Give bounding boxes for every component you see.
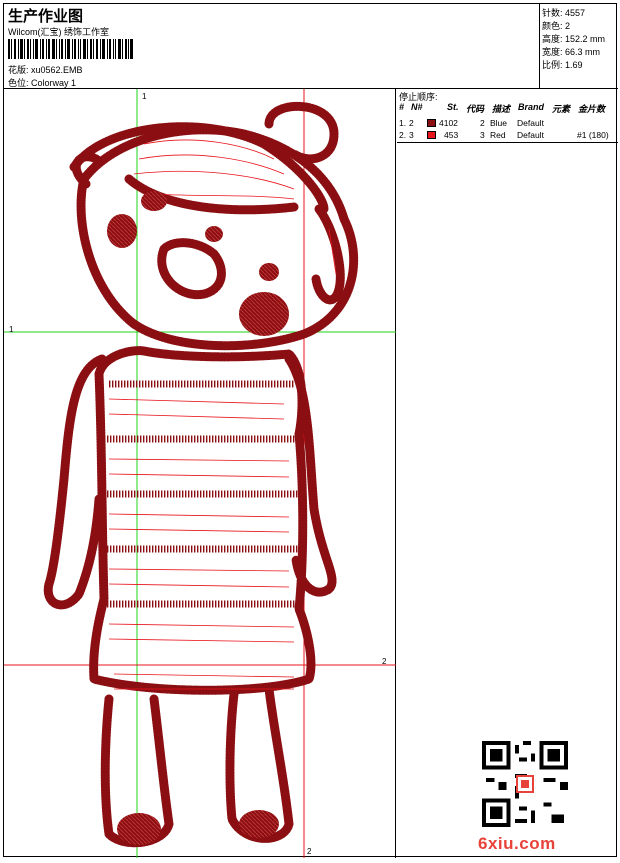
side-flap-outline xyxy=(311,204,345,305)
stat-value: 152.2 mm xyxy=(565,34,606,44)
row2-num: 2. xyxy=(399,130,407,140)
row1-desc: Blue xyxy=(490,118,508,128)
row2-code: 3 xyxy=(480,130,485,140)
snout-outline xyxy=(157,238,226,300)
stat-stitches: 针数: 4557 xyxy=(542,6,585,19)
stat-label: 高度: xyxy=(542,34,563,44)
embroidery-preview: 1 1 2 2 xyxy=(4,89,396,858)
left-cheek-fill xyxy=(107,214,137,248)
col-header-needle: N# xyxy=(411,102,423,112)
pattern-value: xu0562.EMB xyxy=(31,65,83,75)
colorway-line: 色位: Colorway 1 xyxy=(8,76,76,89)
stat-label: 颜色: xyxy=(542,21,563,31)
stat-label: 宽度: xyxy=(542,47,563,57)
page-title: 生产作业图 xyxy=(8,8,84,25)
stop-sequence-table: 停止顺序: # N# St. 代码 描述 Brand 元素 金片数 1. 2 4… xyxy=(397,89,618,143)
left-arm-outline xyxy=(43,354,107,610)
row1-code: 2 xyxy=(480,118,485,128)
left-eye-fill xyxy=(141,191,167,211)
row2-needle: 3 xyxy=(409,130,414,140)
hat-brim-outline xyxy=(69,122,329,214)
col-header-brand: Brand xyxy=(518,102,545,112)
row2-stitches: 453 xyxy=(444,130,459,140)
row1-needle: 2 xyxy=(409,118,414,128)
stat-value: 66.3 mm xyxy=(565,47,601,57)
green-vertical-label: 1 xyxy=(142,92,147,101)
stat-height: 高度: 152.2 mm xyxy=(542,32,605,45)
col-header-element: 元素 xyxy=(552,104,571,114)
stat-value: 2 xyxy=(565,21,571,31)
left-foot-fill xyxy=(117,813,161,845)
stat-value: 4557 xyxy=(565,8,586,18)
row1-num: 1. xyxy=(399,118,407,128)
pattern-label: 花版: xyxy=(8,65,29,75)
stats-panel: 针数: 4557 颜色: 2 高度: 152.2 mm 宽度: 66.3 mm … xyxy=(540,4,618,89)
colorway-value: Colorway 1 xyxy=(31,78,77,88)
stat-colors: 颜色: 2 xyxy=(542,19,570,32)
row2-sequins: #1 (180) xyxy=(577,130,609,140)
nose-fill xyxy=(205,226,223,242)
right-cheek-fill xyxy=(239,292,289,336)
bear-embroidery-drawing xyxy=(4,89,396,858)
col-header-index: # xyxy=(399,102,405,112)
red-vertical-label: 2 xyxy=(307,847,312,856)
right-eye-fill xyxy=(259,263,279,281)
stat-scale: 比例: 1.69 xyxy=(542,58,583,71)
right-foot-fill xyxy=(239,810,279,838)
col-header-desc: 描述 xyxy=(492,104,511,114)
red-horizontal-label: 2 xyxy=(382,657,387,666)
studio-subtitle: Wilcom(汇宝) 绣饰工作室 xyxy=(8,27,109,37)
watermark-logo: 6xiu.com xyxy=(478,834,556,853)
green-horizontal-label: 1 xyxy=(9,325,14,334)
row2-color-swatch xyxy=(427,131,436,139)
qr-code-icon xyxy=(482,741,568,827)
row1-brand: Default xyxy=(517,118,544,128)
header-info: 生产作业图 Wilcom(汇宝) 绣饰工作室 花版: xu0562.EMB 色位… xyxy=(4,4,540,89)
col-header-stitches: St. xyxy=(447,102,459,112)
stat-label: 比例: xyxy=(542,60,563,70)
row2-desc: Red xyxy=(490,130,506,140)
stat-label: 针数: xyxy=(542,8,563,18)
production-worksheet: 生产作业图 Wilcom(汇宝) 绣饰工作室 花版: xu0562.EMB 色位… xyxy=(3,3,618,858)
satin-fills xyxy=(107,191,289,845)
row2-brand: Default xyxy=(517,130,544,140)
row1-color-swatch xyxy=(427,119,436,127)
col-header-sequins: 金片数 xyxy=(578,104,606,114)
right-arm-outline xyxy=(284,354,337,597)
pattern-line: 花版: xu0562.EMB xyxy=(8,63,83,76)
stat-width: 宽度: 66.3 mm xyxy=(542,45,600,58)
colorway-label: 色位: xyxy=(8,78,29,88)
barcode-icon xyxy=(8,39,133,59)
col-header-code: 代码 xyxy=(466,104,485,114)
row1-stitches: 4102 xyxy=(439,118,458,128)
stat-value: 1.69 xyxy=(565,60,583,70)
